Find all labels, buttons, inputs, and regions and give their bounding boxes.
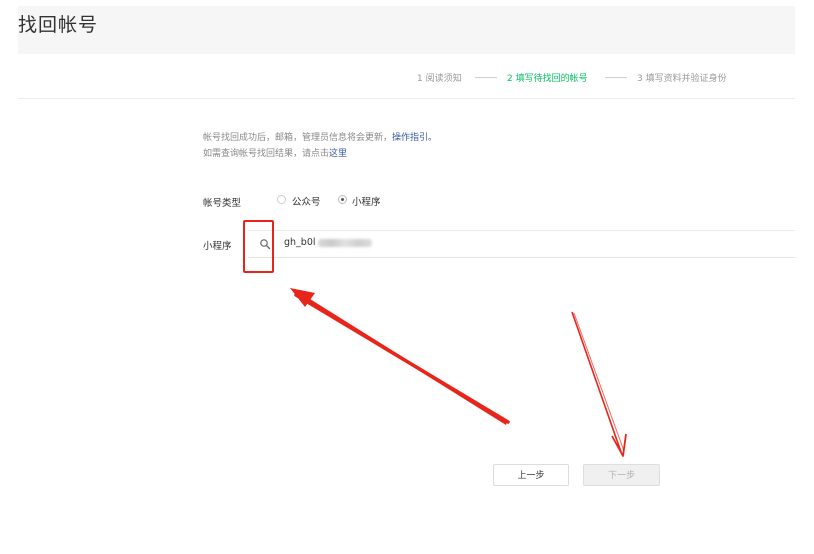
annotation-arrow-left [290,288,510,425]
next-step-button[interactable]: 下一步 [583,464,660,486]
annotation-arrows [290,288,627,457]
prev-step-button[interactable]: 上一步 [493,464,569,486]
annotation-arrow-right [571,311,627,457]
